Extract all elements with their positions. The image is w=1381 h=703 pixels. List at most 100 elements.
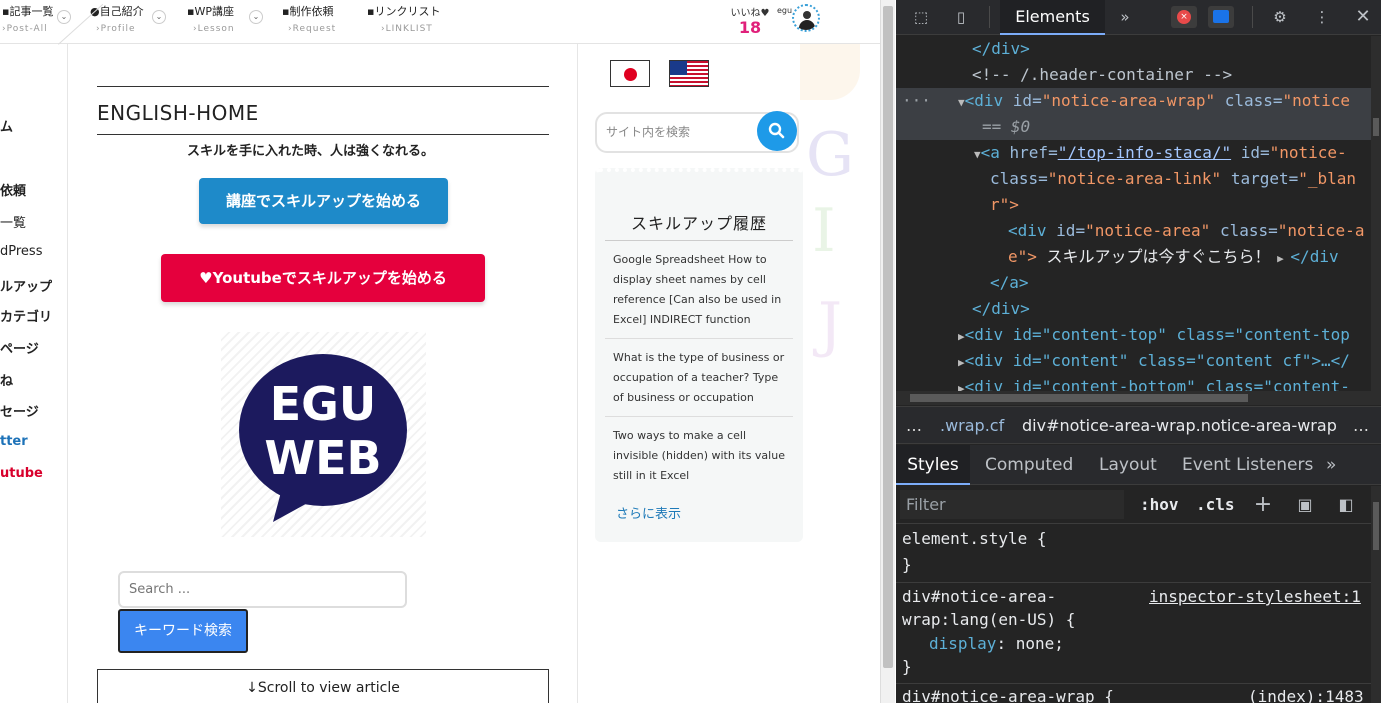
avatar[interactable] xyxy=(792,4,820,32)
nav-item-linklist[interactable]: ▪リンクリスト ›LINKLIST xyxy=(367,3,440,39)
widget-title: スキルアップ履歴 xyxy=(630,214,767,233)
page-scrollbar[interactable] xyxy=(880,0,895,703)
chevron-down-icon[interactable]: ⌄ xyxy=(152,10,166,24)
sidebar-item[interactable]: カテゴリ xyxy=(0,306,52,325)
dom-line[interactable]: r"> xyxy=(990,192,1019,218)
dom-line[interactable]: e"> スキルアップは今すぐこちら！ ▶ </div xyxy=(1008,244,1339,272)
nav-item-post-all[interactable]: ▪記事一覧 ›Post-All xyxy=(2,3,53,39)
sidebar-item[interactable]: ページ xyxy=(0,338,39,357)
dom-line[interactable]: <div id="notice-area" class="notice-a xyxy=(1008,218,1364,244)
chevron-down-icon[interactable]: ⌄ xyxy=(249,10,263,24)
device-toolbar-icon[interactable]: ▯ xyxy=(950,6,972,28)
sidebar-item[interactable]: dPress xyxy=(0,244,42,259)
dom-tree-horizontal-scrollbar[interactable] xyxy=(896,391,1371,405)
breadcrumb: … .wrap.cf div#notice-area-wrap.notice-a… xyxy=(896,406,1381,444)
heart-icon: ♥ xyxy=(199,269,213,287)
toggle-sidebar-icon[interactable]: ◧ xyxy=(1335,494,1357,516)
page-title: ENGLISH-HOME xyxy=(97,101,259,125)
sidebar-item[interactable]: ね xyxy=(0,370,13,389)
left-sidebar: ム 依頼 一覧 dPress ルアップ カテゴリ ページ ね セージ tter … xyxy=(0,3,104,703)
sidebar-item[interactable]: 一覧 xyxy=(0,212,26,231)
search-button[interactable] xyxy=(757,111,797,151)
divider xyxy=(97,134,549,135)
dom-line[interactable]: ▼<a href="/top-info-staca/" id="notice- xyxy=(974,140,1347,168)
breadcrumb-item[interactable]: .wrap.cf xyxy=(940,407,1004,443)
tab-layout[interactable]: Layout xyxy=(1099,445,1157,485)
dom-tree: </div> <!-- /.header-container --> ··· ▼… xyxy=(896,36,1381,391)
user-name: egu xyxy=(777,6,793,15)
tab-computed[interactable]: Computed xyxy=(985,445,1073,485)
dom-line[interactable]: </div> xyxy=(972,36,1030,62)
style-rule-selector[interactable]: div#notice-area- xyxy=(902,585,1056,609)
sidebar-item-youtube[interactable]: utube xyxy=(0,466,43,481)
history-item[interactable]: Two ways to make a cell invisible (hidde… xyxy=(613,426,785,486)
inspect-element-icon[interactable]: ⬚ xyxy=(910,6,932,28)
dom-line[interactable]: ▶<div id="content" class="content cf">…<… xyxy=(958,348,1350,376)
close-icon[interactable]: ✕ xyxy=(1352,6,1374,28)
decorative-letter: G xyxy=(806,120,854,190)
scroll-hint[interactable]: ↓Scroll to view article xyxy=(97,669,549,703)
hover-state-toggle[interactable]: :hov xyxy=(1140,486,1179,524)
gear-icon[interactable]: ⚙ xyxy=(1269,6,1291,28)
filter-input[interactable]: Filter xyxy=(900,490,1124,519)
dom-line[interactable]: </a> xyxy=(990,270,1029,296)
decorative-letter: I xyxy=(812,196,836,266)
top-navigation: ▪記事一覧 ›Post-All ⌄ ●自己紹介 ›Profile ⌄ ▪WP講座… xyxy=(0,0,880,44)
search-input[interactable] xyxy=(118,571,407,608)
style-rule-selector[interactable]: wrap:lang(en-US) { xyxy=(902,608,1075,632)
nav-item-lesson[interactable]: ▪WP講座 ›Lesson xyxy=(187,3,235,39)
dom-line[interactable]: ▶<div id="content-top" class="content-to… xyxy=(958,322,1350,350)
dom-line[interactable]: ▶<div id="content-bottom" class="content… xyxy=(958,374,1350,391)
us-flag-icon[interactable] xyxy=(669,60,709,87)
keyword-search-button[interactable]: キーワード検索 xyxy=(118,609,248,653)
message-icon xyxy=(1213,10,1229,23)
nav-item-request[interactable]: ▪制作依頼 ›Request xyxy=(282,3,336,39)
tab-elements[interactable]: Elements xyxy=(1000,0,1105,35)
kebab-menu-icon[interactable]: ⋮ xyxy=(1311,6,1333,28)
new-rule-icon[interactable]: + xyxy=(1252,494,1274,516)
dom-line[interactable]: </div> xyxy=(972,296,1030,322)
screen: ▪記事一覧 ›Post-All ⌄ ●自己紹介 ›Profile ⌄ ▪WP講座… xyxy=(0,0,1381,703)
dom-selected-marker: == $0 xyxy=(982,117,1031,136)
show-more-link[interactable]: さらに表示 xyxy=(616,503,681,522)
sidebar-item-twitter[interactable]: tter xyxy=(0,434,28,449)
skill-history-widget: スキルアップ履歴 Google Spreadsheet How to displ… xyxy=(595,168,803,542)
history-item[interactable]: Google Spreadsheet How to display sheet … xyxy=(613,250,785,330)
start-youtube-button[interactable]: ♥Youtubeでスキルアップを始める xyxy=(161,254,485,302)
breadcrumb-overflow[interactable]: … xyxy=(1353,407,1369,443)
history-item[interactable]: What is the type of business or occupati… xyxy=(613,348,785,408)
stylesheet-link[interactable]: (index):1483 xyxy=(1248,685,1364,703)
tab-event-listeners[interactable]: Event Listeners xyxy=(1182,445,1313,485)
breadcrumb-overflow[interactable]: … xyxy=(906,407,922,443)
class-toggle[interactable]: .cls xyxy=(1196,486,1235,524)
style-declaration[interactable]: display: none; xyxy=(929,632,1064,656)
japan-flag-icon[interactable] xyxy=(610,60,650,87)
sidebar-item[interactable]: ム xyxy=(0,116,13,135)
more-subtabs-icon[interactable]: » xyxy=(1326,445,1336,485)
dom-comment[interactable]: <!-- /.header-container --> xyxy=(972,62,1232,88)
style-rule-selector[interactable]: element.style { xyxy=(902,527,1047,551)
sidebar-item[interactable]: ルアップ xyxy=(0,276,52,295)
chevron-down-icon[interactable]: ⌄ xyxy=(57,10,71,24)
message-badge[interactable] xyxy=(1208,6,1234,28)
sidebar-item[interactable]: セージ xyxy=(0,401,39,420)
decorative-shape xyxy=(800,44,860,100)
breadcrumb-item-current[interactable]: div#notice-area-wrap.notice-area-wrap xyxy=(1022,407,1337,443)
dom-line-selected[interactable]: ▼<div id="notice-area-wrap" class="notic… xyxy=(958,88,1350,116)
stylesheet-link[interactable]: inspector-stylesheet:1 xyxy=(1149,585,1361,609)
dom-line[interactable]: class="notice-area-link" target="_blan xyxy=(990,166,1356,192)
dom-tree-scrollbar[interactable] xyxy=(1371,36,1381,405)
error-badge[interactable]: × xyxy=(1171,6,1197,28)
style-rule-selector[interactable]: div#notice-area-wrap { xyxy=(902,685,1114,703)
styles-filter-bar: Filter :hov .cls + ▣ ◧ xyxy=(896,486,1381,524)
styles-scrollbar[interactable] xyxy=(1371,486,1381,703)
node-options-icon[interactable]: ··· xyxy=(902,88,931,114)
sidebar-item[interactable]: 依頼 xyxy=(0,180,26,199)
paint-brush-icon[interactable]: ▣ xyxy=(1294,494,1316,516)
right-sidebar: サイト内を検索 スキルアップ履歴 Google Spreadsheet How … xyxy=(579,44,809,703)
start-course-button[interactable]: 講座でスキルアップを始める xyxy=(199,178,448,224)
like-counter[interactable]: いいね♥ 18 xyxy=(728,4,772,37)
divider xyxy=(97,86,549,87)
more-tabs-icon[interactable]: » xyxy=(1114,6,1136,28)
tab-styles[interactable]: Styles xyxy=(896,445,970,485)
